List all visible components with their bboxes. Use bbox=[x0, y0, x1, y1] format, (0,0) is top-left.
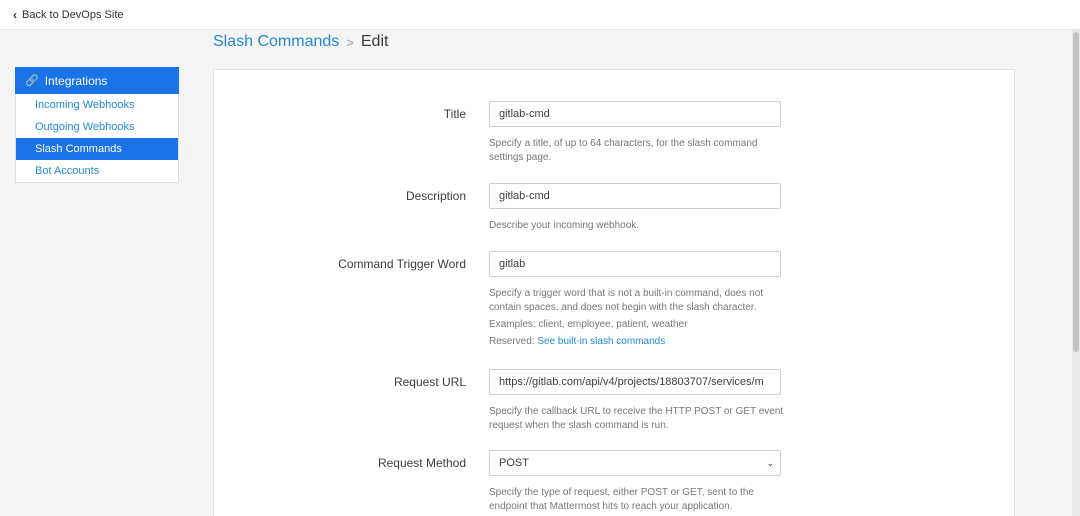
chevron-down-icon: ⌄ bbox=[766, 457, 774, 468]
sidebar-item-incoming-webhooks[interactable]: Incoming Webhooks bbox=[16, 94, 178, 116]
reserved-prefix: Reserved: bbox=[489, 336, 538, 347]
sidebar-item-slash-commands[interactable]: Slash Commands bbox=[16, 138, 178, 160]
trigger-word-input[interactable]: gitlab bbox=[489, 251, 781, 277]
sidebar-header-label: Integrations bbox=[44, 73, 108, 88]
request-url-input[interactable]: https://gitlab.com/api/v4/projects/18803… bbox=[489, 369, 781, 395]
trigger-word-examples: Examples: client, employee, patient, wea… bbox=[489, 319, 688, 330]
title-label: Title bbox=[443, 107, 466, 121]
trigger-word-help: Specify a trigger word that is not a bui… bbox=[489, 288, 764, 313]
request-method-value: POST bbox=[499, 457, 529, 469]
back-link-label: Back to DevOps Site bbox=[22, 8, 124, 21]
trigger-word-reserved: Reserved: See built-in slash commands bbox=[489, 335, 789, 349]
top-bar: ‹ Back to DevOps Site bbox=[0, 0, 1080, 30]
sidebar-header: 🔗 Integrations bbox=[15, 67, 179, 94]
description-input[interactable]: gitlab-cmd bbox=[489, 183, 781, 209]
description-label: Description bbox=[405, 189, 466, 203]
request-method-help: Specify the type of request, either POST… bbox=[489, 487, 754, 512]
request-url-help: Specify the callback URL to receive the … bbox=[489, 406, 784, 431]
breadcrumb-parent-link[interactable]: Slash Commands bbox=[213, 33, 339, 51]
title-help: Specify a title, of up to 64 characters,… bbox=[489, 138, 758, 163]
title-input[interactable]: gitlab-cmd bbox=[489, 101, 781, 127]
sidebar-item-bot-accounts[interactable]: Bot Accounts bbox=[16, 160, 178, 182]
trigger-word-label: Command Trigger Word bbox=[338, 257, 466, 271]
back-link[interactable]: ‹ Back to DevOps Site bbox=[13, 8, 124, 22]
request-url-label: Request URL bbox=[393, 375, 466, 389]
request-method-label: Request Method bbox=[377, 456, 466, 470]
page-scrollbar[interactable] bbox=[1072, 30, 1080, 516]
description-help: Describe your incoming webhook. bbox=[489, 220, 640, 231]
sidebar-item-outgoing-webhooks[interactable]: Outgoing Webhooks bbox=[16, 116, 178, 138]
scrollbar-thumb[interactable] bbox=[1073, 32, 1079, 352]
request-method-select[interactable]: POST ⌄ bbox=[489, 450, 781, 476]
breadcrumb-current: Edit bbox=[360, 33, 389, 50]
breadcrumb: Slash Commands > Edit bbox=[213, 33, 388, 51]
built-in-commands-link[interactable]: See built-in slash commands bbox=[537, 336, 665, 347]
breadcrumb-separator: > bbox=[346, 34, 354, 50]
integrations-sidebar: 🔗 Integrations Incoming Webhooks Outgoin… bbox=[15, 67, 179, 183]
chevron-left-icon: ‹ bbox=[13, 7, 17, 22]
link-icon: 🔗 bbox=[25, 75, 39, 87]
edit-form-panel: Title gitlab-cmd Specify a title, of up … bbox=[213, 69, 1015, 516]
